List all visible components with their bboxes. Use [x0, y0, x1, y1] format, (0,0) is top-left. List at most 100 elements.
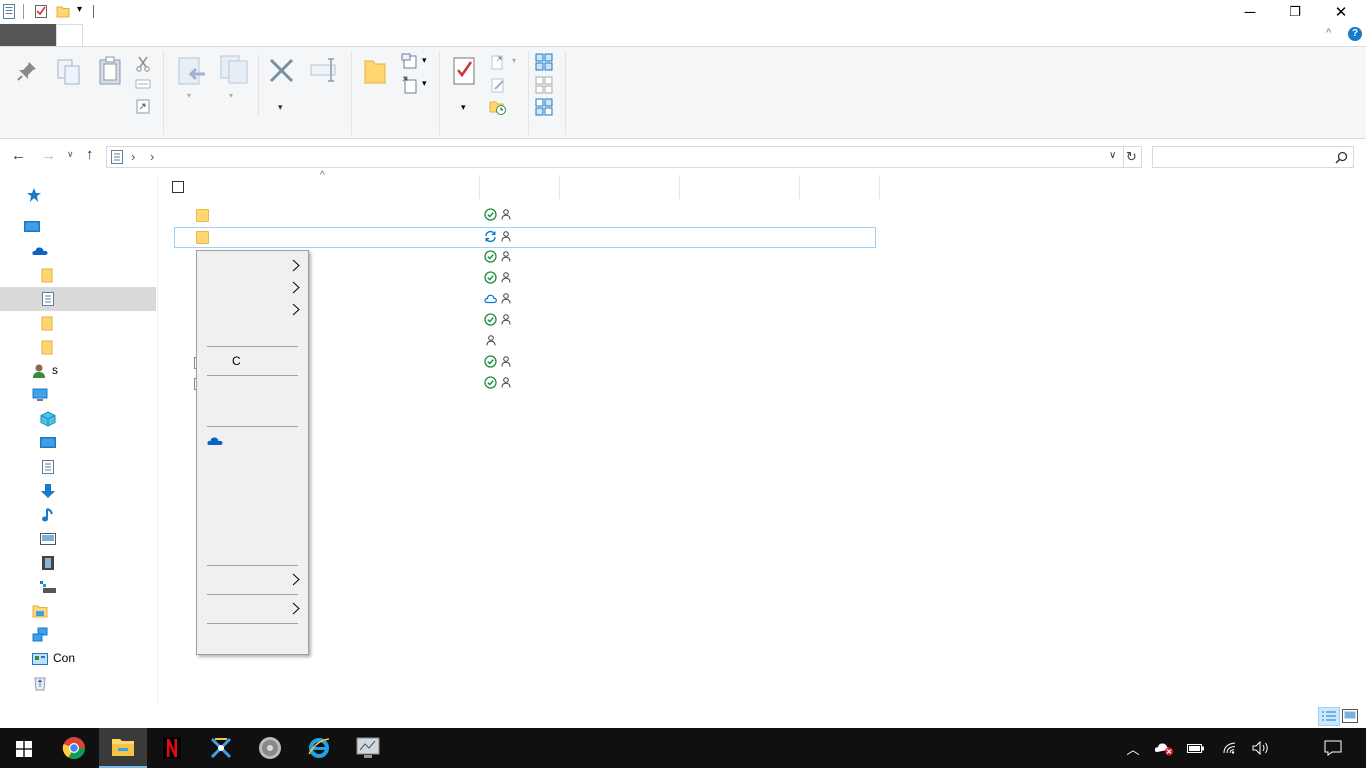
breadcrumb-chevron[interactable]: ›	[131, 149, 135, 164]
ribbon-collapse-button[interactable]: ^	[1326, 27, 1331, 39]
new-folder-large-icon[interactable]	[363, 57, 387, 85]
move-to-icon[interactable]	[177, 56, 207, 86]
paste-icon[interactable]	[98, 56, 124, 86]
list-item-selected[interactable]	[174, 227, 876, 248]
action-center-button[interactable]	[1317, 728, 1349, 768]
invert-selection-icon[interactable]	[535, 98, 553, 116]
taskbar-app[interactable]	[344, 728, 392, 768]
column-divider[interactable]	[559, 175, 560, 199]
move-to-dropdown-icon[interactable]: ▾	[187, 91, 191, 100]
context-menu-submenu-item[interactable]	[197, 299, 308, 321]
nav-item-quick-access[interactable]	[0, 183, 156, 207]
tray-onedrive-error[interactable]	[1148, 728, 1180, 768]
nav-item-onedrive[interactable]	[0, 239, 156, 263]
select-none-icon[interactable]	[535, 76, 553, 94]
properties-icon[interactable]	[2, 4, 16, 19]
taskbar-netflix[interactable]	[148, 728, 196, 768]
restore-button[interactable]: ❐	[1272, 0, 1318, 24]
checklist-icon[interactable]	[34, 4, 48, 19]
properties-large-icon[interactable]	[452, 56, 476, 86]
nav-item-recycle-bin[interactable]	[0, 671, 156, 695]
pin-to-quick-access-icon[interactable]	[16, 60, 38, 82]
new-item-dropdown-icon[interactable]: ▾	[422, 55, 427, 66]
tray-battery[interactable]	[1180, 728, 1212, 768]
nav-item-music[interactable]	[0, 503, 156, 527]
taskbar-chrome[interactable]	[50, 728, 98, 768]
context-menu-submenu-item[interactable]	[197, 569, 308, 591]
forward-button[interactable]: →	[41, 147, 56, 164]
qa-customize-dropdown[interactable]: ▾	[77, 4, 82, 15]
column-divider[interactable]	[799, 175, 800, 199]
context-menu-submenu-item[interactable]	[197, 598, 308, 620]
nav-item-libraries[interactable]	[0, 599, 156, 623]
nav-item-this-pc[interactable]	[0, 383, 156, 407]
cut-icon[interactable]	[135, 56, 151, 72]
open-dropdown-icon[interactable]: ▾	[512, 56, 516, 65]
select-all-checkbox[interactable]	[172, 181, 184, 193]
windows-start-icon[interactable]	[16, 741, 32, 757]
nav-item-documents-selected[interactable]	[0, 287, 156, 311]
delete-icon[interactable]	[268, 57, 295, 84]
properties-dropdown-icon[interactable]: ▾	[461, 102, 466, 113]
column-divider[interactable]	[679, 175, 680, 199]
large-icons-view-icon[interactable]	[1342, 709, 1358, 723]
easy-access-dropdown-icon[interactable]: ▾	[422, 78, 427, 89]
nav-item-network[interactable]	[0, 623, 156, 647]
nav-item-desktop[interactable]	[0, 215, 156, 239]
new-item-icon[interactable]	[401, 53, 419, 71]
recent-locations-button[interactable]: ∨	[67, 149, 74, 160]
taskbar-app[interactable]	[246, 728, 294, 768]
easy-access-icon[interactable]	[401, 76, 419, 94]
copy-to-dropdown-icon[interactable]: ▾	[229, 91, 233, 100]
breadcrumb-chevron[interactable]: ›	[150, 149, 154, 164]
nav-item-user[interactable]: s	[0, 359, 156, 383]
address-dropdown-button[interactable]: ∨	[1109, 150, 1116, 161]
tray-volume[interactable]	[1245, 728, 1277, 768]
context-menu-submenu-item[interactable]	[197, 277, 308, 299]
taskbar-app[interactable]	[197, 728, 245, 768]
tray-network[interactable]	[1214, 728, 1246, 768]
context-menu-item-onedrive[interactable]	[197, 431, 308, 453]
nav-item-videos[interactable]	[0, 551, 156, 575]
show-hidden-icons-button[interactable]: ︿	[1117, 728, 1149, 768]
copy-to-icon[interactable]	[219, 54, 249, 84]
back-button[interactable]: ←	[11, 147, 26, 164]
context-menu-item-c[interactable]: C	[197, 350, 308, 372]
nav-item-3d-objects[interactable]	[0, 407, 156, 431]
refresh-button[interactable]: ↻	[1122, 146, 1142, 168]
taskbar-file-explorer[interactable]	[99, 728, 147, 768]
search-input[interactable]	[1152, 146, 1354, 168]
nav-item-downloads[interactable]	[0, 479, 156, 503]
rename-icon[interactable]	[310, 57, 340, 83]
edit-icon[interactable]	[489, 76, 507, 94]
column-divider[interactable]	[479, 175, 480, 199]
nav-item-folder[interactable]	[0, 335, 156, 359]
nav-item-folder[interactable]	[0, 311, 156, 335]
paste-shortcut-icon[interactable]	[135, 98, 151, 114]
nav-item-folder[interactable]	[0, 263, 156, 287]
minimize-button[interactable]: ─	[1227, 0, 1273, 24]
history-icon[interactable]	[489, 98, 507, 116]
select-all-icon[interactable]	[535, 53, 553, 71]
up-button[interactable]: ↑	[86, 146, 94, 163]
copy-icon[interactable]	[56, 58, 82, 86]
tab-file[interactable]	[0, 24, 56, 47]
copy-path-icon[interactable]	[135, 78, 151, 90]
nav-item-desktop[interactable]	[0, 431, 156, 455]
tab-home[interactable]	[56, 24, 83, 47]
taskbar-internet-explorer[interactable]	[295, 728, 343, 768]
help-button[interactable]: ?	[1348, 27, 1362, 41]
nav-item-documents[interactable]	[0, 455, 156, 479]
new-folder-icon[interactable]	[56, 4, 70, 19]
address-bar[interactable]: › › ∨	[106, 146, 1124, 168]
nav-item-local-disk[interactable]	[0, 575, 156, 599]
context-menu-submenu-item[interactable]	[197, 255, 308, 277]
close-button[interactable]: ✕	[1318, 0, 1364, 24]
details-view-icon[interactable]	[1318, 707, 1340, 726]
list-item[interactable]	[174, 205, 876, 226]
delete-dropdown-icon[interactable]: ▾	[278, 102, 283, 113]
nav-item-pictures[interactable]	[0, 527, 156, 551]
column-divider[interactable]	[879, 175, 880, 199]
nav-item-control-panel[interactable]: Con	[0, 647, 156, 671]
open-icon[interactable]	[489, 53, 507, 71]
